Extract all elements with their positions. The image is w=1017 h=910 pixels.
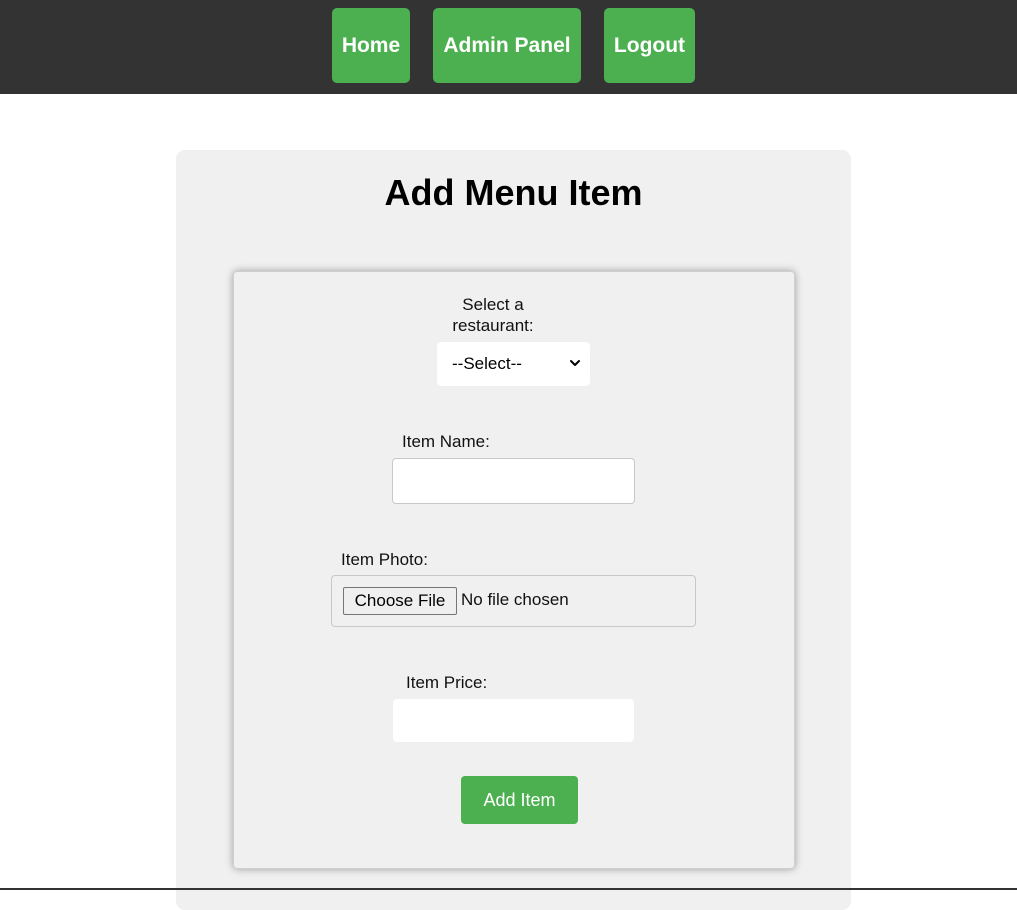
nav-home-button[interactable]: Home — [332, 8, 410, 83]
restaurant-select-label: Select a restaurant: — [452, 295, 534, 335]
chevron-down-icon — [570, 360, 580, 366]
file-status-text: No file chosen — [461, 590, 569, 609]
restaurant-select[interactable]: --Select-- — [437, 342, 590, 386]
item-price-input[interactable] — [393, 699, 634, 742]
page-title: Add Menu Item — [384, 172, 643, 213]
top-navigation-bar: Home Admin Panel Logout — [0, 0, 1017, 94]
item-name-label: Item Name: — [402, 432, 490, 451]
add-item-button[interactable]: Add Item — [461, 776, 578, 824]
restaurant-select-value: --Select-- — [452, 354, 522, 373]
item-price-label: Item Price: — [406, 673, 488, 692]
item-name-input[interactable] — [392, 458, 635, 504]
choose-file-button[interactable]: Choose File — [343, 587, 457, 615]
item-photo-label: Item Photo: — [341, 550, 428, 569]
nav-logout-button[interactable]: Logout — [604, 8, 695, 83]
nav-admin-panel-button[interactable]: Admin Panel — [433, 8, 581, 83]
